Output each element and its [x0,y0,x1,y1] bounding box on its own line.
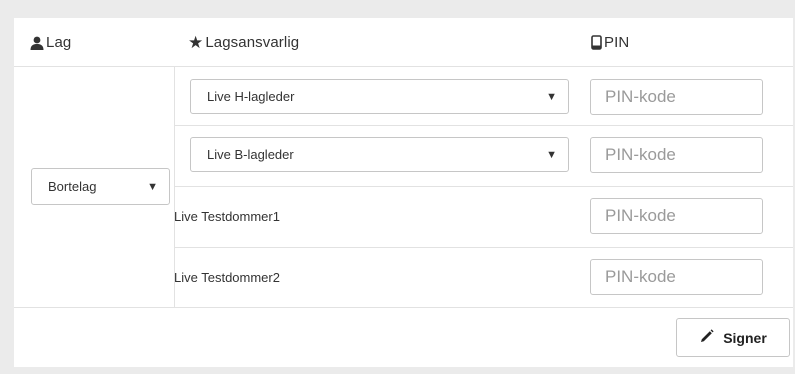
header-responsible-label: Lagsansvarlig [205,34,300,51]
responsible-select-1[interactable]: Live H-lagleder ▼ [190,79,569,114]
caret-down-icon: ▼ [546,148,557,161]
header-pin-label: PIN [604,34,630,51]
pin-input-4[interactable] [590,259,763,295]
team-select-value: Bortelag [48,179,97,194]
responsible-name-4: Live Testdommer2 [174,270,280,285]
pin-input-2[interactable] [590,137,763,173]
header-pin: PIN [591,34,629,51]
sign-button[interactable]: Signer [676,318,790,357]
row-divider [174,247,793,248]
star-icon: ★ [188,32,204,52]
responsible-select-value: Live B-lagleder [207,147,294,162]
pin-input-3[interactable] [590,198,763,234]
mobile-phone-icon [591,35,602,50]
pin-input-1[interactable] [590,79,763,115]
caret-down-icon: ▼ [147,180,158,193]
pencil-icon [699,328,714,347]
user-icon [30,36,44,50]
responsible-select-value: Live H-lagleder [207,89,295,104]
responsible-name-3: Live Testdommer1 [174,209,280,224]
sign-button-label: Signer [723,329,767,346]
header-team: Lag [30,34,71,51]
header-responsible: ★ Lagsansvarlig [188,32,300,52]
row-divider [174,186,793,187]
signature-panel: Lag ★ Lagsansvarlig PIN Bortelag ▼ Live … [14,18,793,367]
responsible-select-2[interactable]: Live B-lagleder ▼ [190,137,569,172]
team-select[interactable]: Bortelag ▼ [31,168,170,205]
caret-down-icon: ▼ [546,90,557,103]
row-divider [174,125,793,126]
table-bottom-divider [14,307,793,308]
header-team-label: Lag [46,34,72,51]
header-divider [14,66,793,67]
